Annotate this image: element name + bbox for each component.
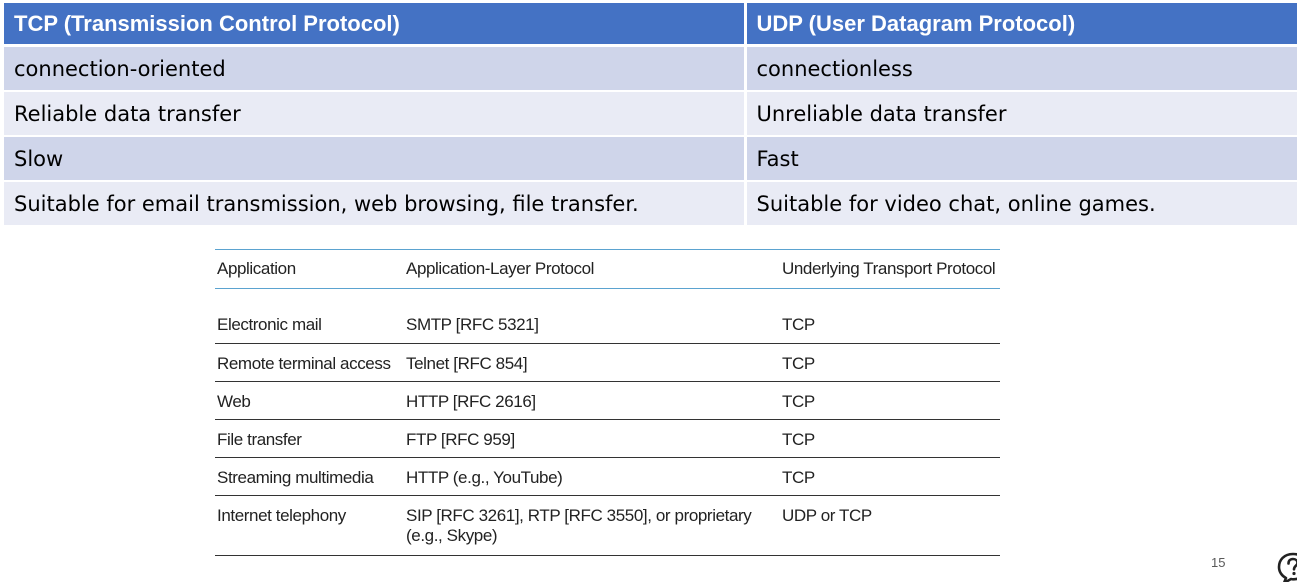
application-protocol-figure: Application Application-Layer Protocol U… [215,249,1000,556]
tcp-cell: Slow [4,136,747,182]
protocol-cell: SMTP [RFC 5321] [404,311,780,344]
transport-cell: UDP or TCP [780,495,1000,556]
transport-cell: TCP [780,343,1000,382]
transport-cell: TCP [780,381,1000,420]
protocol-cell: HTTP [RFC 2616] [404,381,780,420]
comparison-header-row: TCP (Transmission Control Protocol) UDP … [4,3,1297,47]
udp-cell: connectionless [745,45,1297,92]
application-cell: Electronic mail [215,311,404,344]
table-row: Internet telephony SIP [RFC 3261], RTP [… [215,495,1000,556]
protocol-text: SIP [RFC 3261], RTP [RFC 3550], or propr… [406,505,752,525]
table-row: Remote terminal access Telnet [RFC 854] … [215,343,1000,382]
help-bubble-icon[interactable] [1276,551,1297,582]
protocol-text-continuation: (e.g., Skype) [406,525,498,545]
comparison-row: Slow Fast [4,136,1297,182]
tcp-cell: Suitable for email transmission, web bro… [4,181,747,227]
udp-cell: Suitable for video chat, online games. [745,181,1297,227]
udp-column-header: UDP (User Datagram Protocol) [745,3,1297,47]
protocol-cell: FTP [RFC 959] [404,419,780,458]
protocol-column-header: Application-Layer Protocol [404,249,780,289]
transport-column-header: Underlying Transport Protocol [780,249,1000,289]
application-cell: Web [215,381,404,420]
application-cell: File transfer [215,419,404,458]
transport-cell: TCP [780,457,1000,496]
comparison-row: connection-oriented connectionless [4,45,1297,92]
application-cell: Internet telephony [215,495,404,556]
table-row: Streaming multimedia HTTP (e.g., YouTube… [215,457,1000,496]
tcp-udp-comparison-table: TCP (Transmission Control Protocol) UDP … [4,3,1297,227]
application-protocol-table: Application Application-Layer Protocol U… [215,249,1000,556]
header-spacer [215,289,1000,312]
udp-cell: Unreliable data transfer [745,91,1297,137]
protocol-cell: SIP [RFC 3261], RTP [RFC 3550], or propr… [404,495,780,556]
udp-cell: Fast [745,136,1297,182]
table-row: File transfer FTP [RFC 959] TCP [215,419,1000,458]
tcp-column-header: TCP (Transmission Control Protocol) [4,3,747,47]
protocol-cell: Telnet [RFC 854] [404,343,780,382]
tcp-cell: Reliable data transfer [4,91,747,137]
comparison-row: Suitable for email transmission, web bro… [4,181,1297,227]
slide-number: 15 [1211,555,1226,570]
transport-cell: TCP [780,311,1000,344]
application-column-header: Application [215,249,404,289]
application-cell: Remote terminal access [215,343,404,382]
protocol-cell: HTTP (e.g., YouTube) [404,457,780,496]
table-row: Web HTTP [RFC 2616] TCP [215,381,1000,420]
application-cell: Streaming multimedia [215,457,404,496]
tcp-cell: connection-oriented [4,45,747,92]
app-table-header-row: Application Application-Layer Protocol U… [215,249,1000,289]
comparison-row: Reliable data transfer Unreliable data t… [4,91,1297,137]
transport-cell: TCP [780,419,1000,458]
table-row: Electronic mail SMTP [RFC 5321] TCP [215,311,1000,344]
